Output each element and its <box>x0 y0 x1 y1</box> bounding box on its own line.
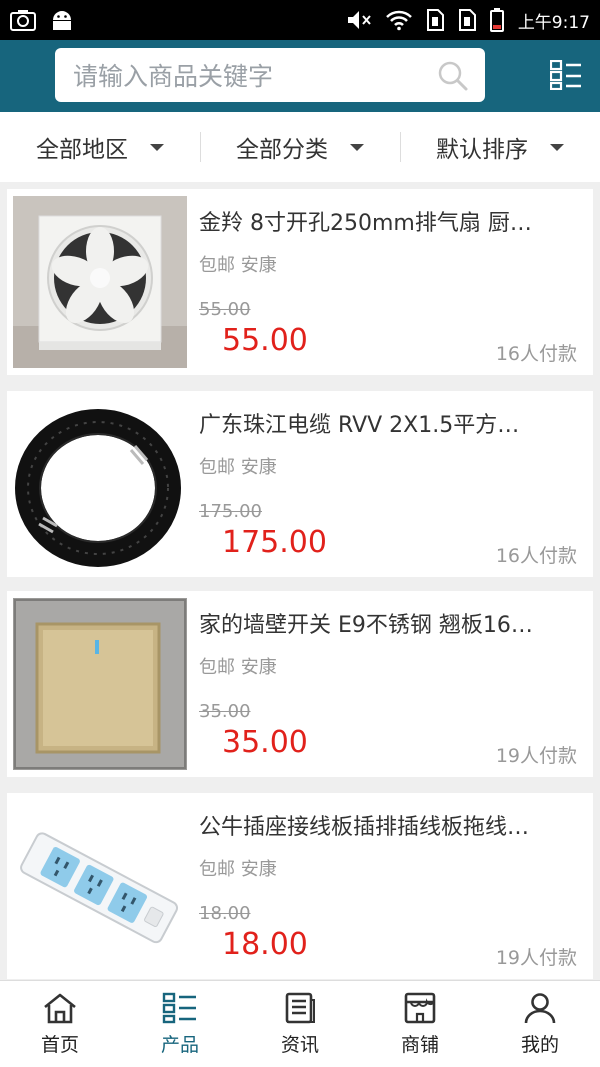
tab-me[interactable]: 我的 <box>480 981 600 1067</box>
product-grid-icon <box>162 992 196 1023</box>
original-price: 55.00 <box>199 299 251 320</box>
product-title: 家的墙壁开关 E9不锈钢 翘板16… <box>199 613 533 638</box>
original-price: 18.00 <box>199 903 251 924</box>
filter-label: 全部地区 <box>36 137 128 163</box>
filter-label: 全部分类 <box>236 137 328 163</box>
current-price: 175.00 <box>222 525 327 560</box>
tab-label: 我的 <box>520 1033 559 1056</box>
tab-home[interactable]: 首页 <box>0 981 120 1067</box>
product-card[interactable]: 公牛插座接线板插排插线板拖线… 包邮 安康 18.00 18.00 19人付款 <box>7 793 593 979</box>
sales-count: 19人付款 <box>495 947 577 969</box>
product-title: 广东珠江电缆 RVV 2X1.5平方… <box>199 413 520 438</box>
cable-coil-image <box>13 398 187 570</box>
product-title: 金羚 8寸开孔250mm排气扇 厨… <box>199 211 532 236</box>
original-price: 175.00 <box>199 501 262 522</box>
product-tags: 包邮 安康 <box>199 859 277 880</box>
exhaust-fan-image <box>13 196 187 368</box>
search-input[interactable]: 请输入商品关键字 <box>55 48 485 102</box>
android-icon <box>53 11 71 30</box>
filter-region[interactable]: 全部地区 <box>0 130 200 164</box>
tab-label: 首页 <box>40 1033 79 1056</box>
dropdown-arrow-icon <box>350 143 364 151</box>
product-tags: 包邮 安康 <box>199 657 277 678</box>
status-bar: 上午9:17 <box>0 0 600 40</box>
sales-count: 16人付款 <box>495 343 577 365</box>
list-view-icon[interactable] <box>550 60 582 90</box>
tab-label: 产品 <box>160 1033 199 1056</box>
screenshot-icon <box>10 10 36 31</box>
current-price: 18.00 <box>222 927 308 962</box>
wall-switch-image <box>13 598 187 770</box>
product-card[interactable]: 广东珠江电缆 RVV 2X1.5平方… 包邮 安康 175.00 175.00 … <box>7 391 593 577</box>
product-card[interactable]: 家的墙壁开关 E9不锈钢 翘板16… 包邮 安康 35.00 35.00 19人… <box>7 591 593 777</box>
search-placeholder: 请输入商品关键字 <box>73 62 274 91</box>
tab-news[interactable]: 资讯 <box>240 981 360 1067</box>
sim-card-icon <box>426 9 444 31</box>
tab-store[interactable]: 商铺 <box>360 981 480 1067</box>
product-tags: 包邮 安康 <box>199 457 277 478</box>
product-card[interactable]: 金羚 8寸开孔250mm排气扇 厨… 包邮 安康 55.00 55.00 16人… <box>7 189 593 375</box>
original-price: 35.00 <box>199 701 251 722</box>
dropdown-arrow-icon <box>550 143 564 151</box>
product-tags: 包邮 安康 <box>199 255 277 276</box>
current-price: 35.00 <box>222 725 308 760</box>
filter-label: 默认排序 <box>436 137 528 163</box>
sales-count: 19人付款 <box>495 745 577 767</box>
sales-count: 16人付款 <box>495 545 577 567</box>
home-icon <box>44 993 76 1023</box>
tab-label: 资讯 <box>280 1033 319 1056</box>
current-price: 55.00 <box>222 323 308 358</box>
news-icon <box>285 992 315 1023</box>
sim-card-icon <box>458 9 476 31</box>
store-icon <box>404 992 436 1023</box>
user-icon <box>524 992 556 1023</box>
dropdown-arrow-icon <box>150 143 164 151</box>
battery-icon <box>489 8 504 32</box>
mute-icon <box>347 11 371 29</box>
product-title: 公牛插座接线板插排插线板拖线… <box>199 815 530 840</box>
power-strip-image <box>13 800 187 972</box>
filter-sort[interactable]: 默认排序 <box>400 130 600 164</box>
tab-label: 商铺 <box>400 1033 439 1056</box>
filter-bar: 全部地区 全部分类 默认排序 <box>0 112 600 182</box>
top-bar: 请输入商品关键字 <box>0 40 600 112</box>
tab-products[interactable]: 产品 <box>120 981 240 1067</box>
bottom-tab-bar: 首页 产品 资讯 商铺 我的 <box>0 980 600 1067</box>
search-icon[interactable] <box>437 60 469 92</box>
wifi-icon <box>385 10 412 31</box>
clock: 上午9:17 <box>517 12 590 33</box>
filter-category[interactable]: 全部分类 <box>200 130 400 164</box>
